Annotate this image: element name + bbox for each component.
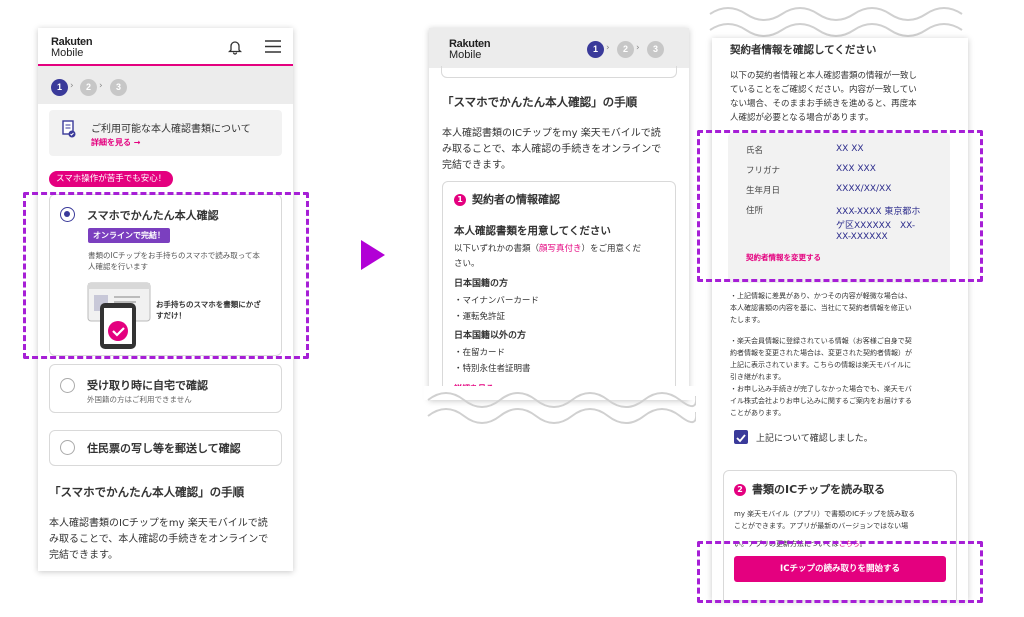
menu-icon[interactable] (265, 40, 281, 53)
requirement-line1: 以下いずれかの書類（顔写真付き）をご用意くだ (454, 242, 641, 254)
note2-line2: 約者情報を変更された場合は、変更された契約者情報）が (730, 349, 912, 357)
chevron-right-icon: › (606, 43, 610, 53)
chevron-right-icon: › (99, 81, 103, 91)
section-2-title: 2 書類のICチップを読み取る (734, 481, 885, 497)
right-phone-screen: 契約者情報を確認してください 以下の契約者情報と本人確認書類の情報が一致し てい… (712, 38, 968, 600)
note2-line3: 上記に表示されています。こちらの情報は楽天モバイルに (730, 361, 912, 369)
s2-desc-line2: ことができます。アプリが最新のバージョンではない場 (734, 522, 909, 530)
step-1: 1 (587, 41, 604, 58)
highlight-start-button (697, 541, 983, 603)
document-check-icon (62, 120, 76, 138)
section-number-badge: 1 (454, 194, 466, 206)
section-number-badge: 2 (734, 484, 746, 496)
note2-line1: ・楽天会員情報に登録されている情報（お客様ご自身で契 (730, 337, 912, 345)
step-2: 2 (80, 79, 97, 96)
jp-item-2: ・運転免許証 (454, 312, 506, 322)
chevron-right-icon: › (70, 81, 74, 91)
req-text-b: ）をご用意くだ (581, 244, 642, 254)
confirm-info-heading: 契約者情報を確認してください (730, 44, 877, 56)
note2-line7: ことがあります。 (730, 409, 786, 417)
note1-line1: ・上記情報に差異があり、かつその内容が軽微な場合は、 (730, 292, 912, 300)
note1-line2: 本人確認書類の内容を基に、当社にて契約者情報を修正い (730, 304, 912, 312)
procedure-para-line2: み取ることで、本人確認の手続きをオンラインで (442, 144, 662, 155)
doc-info-link[interactable]: 詳細を見る → (91, 137, 141, 148)
confirm-checkbox-label[interactable]: 上記について確認しました。 (756, 431, 873, 444)
rakuten-mobile-logo: Rakuten Mobile (449, 38, 491, 61)
procedure-para-line3: 完結できます。 (442, 160, 511, 171)
step-3: 3 (110, 79, 127, 96)
highlight-option1 (23, 192, 309, 359)
non-japanese-title: 日本国籍以外の方 (454, 331, 527, 341)
bell-icon[interactable] (228, 39, 242, 55)
torn-edge-wave (709, 7, 963, 37)
step-indicator-bar (38, 66, 293, 104)
doc-info-text: ご利用可能な本人確認書類について (91, 124, 251, 135)
middle-phone-screen: Rakuten Mobile 1 › 2 › 3 「スマホでかんたん本人確認」の… (429, 28, 689, 400)
highlight-contractor-info (697, 130, 983, 282)
section-1-title-text: 契約者の情報確認 (472, 193, 560, 206)
intro-line3: ない場合、そのままお手続きを進めると、再度本 (730, 99, 917, 109)
intro-line1: 以下の契約者情報と本人確認書類の情報が一致し (730, 71, 918, 81)
option3-title: 住民票の写し等を郵送して確認 (87, 442, 241, 455)
procedure-para-line3: 完結できます。 (49, 550, 118, 561)
intro-line4: 人確認が必要となる場合があります。 (730, 113, 874, 123)
procedure-heading: 「スマホでかんたん本人確認」の手順 (442, 95, 638, 109)
section-1-title: 1 契約者の情報確認 (454, 191, 560, 207)
jp-item-1: ・マイナンバーカード (454, 296, 539, 306)
radio-unselected[interactable] (60, 378, 75, 393)
chevron-right-icon: › (636, 43, 640, 53)
intro-line2: ていることをご確認ください。内容が一致してい (730, 85, 917, 95)
s2-desc-line1: my 楽天モバイル（アプリ）で書類のICチップを読み取る (734, 510, 916, 518)
rakuten-mobile-logo: Rakuten Mobile (51, 36, 93, 59)
step-3: 3 (647, 41, 664, 58)
nonjp-item-2: ・特別永住者証明書 (454, 364, 531, 374)
reassurance-pill: スマホ操作が苦手でも安心！ (49, 171, 174, 187)
step-1: 1 (51, 79, 68, 96)
check-icon (736, 434, 746, 443)
confirm-checkbox[interactable] (734, 430, 748, 444)
nonjp-item-1: ・在留カード (454, 348, 506, 358)
note1-line3: たします。 (730, 316, 765, 324)
requirement-line2: さい。 (454, 259, 480, 269)
flow-arrow-icon (361, 240, 385, 270)
procedure-para-line1: 本人確認書類のICチップをmy 楽天モバイルで読 (49, 518, 268, 529)
req-text-a: 以下いずれかの書類（ (454, 244, 540, 254)
collapsed-card-edge (441, 66, 677, 78)
option2-sub: 外国籍の方はご利用できません (87, 395, 192, 404)
prepare-docs-heading: 本人確認書類を用意してください (454, 225, 611, 237)
procedure-heading: 「スマホでかんたん本人確認」の手順 (49, 485, 245, 499)
procedure-para-line2: み取ることで、本人確認の手続きをオンラインで (49, 534, 269, 545)
note2-line6: イル株式会社よりお申し込みに関するご案内をお届けする (730, 397, 912, 405)
torn-edge-wave (424, 386, 696, 424)
option2-title: 受け取り時に自宅で確認 (87, 379, 208, 392)
photo-required-highlight: 顔写真付き (539, 244, 582, 254)
radio-unselected[interactable] (60, 440, 75, 455)
procedure-para-line1: 本人確認書類のICチップをmy 楽天モバイルで読 (442, 128, 661, 139)
step-2: 2 (617, 41, 634, 58)
section-2-title-text: 書類のICチップを読み取る (752, 483, 886, 496)
note2-line5: ・お申し込み手続きが完了しなかった場合でも、楽天モバ (730, 385, 912, 393)
note2-line4: 引き継がれます。 (730, 373, 786, 381)
japanese-national-title: 日本国籍の方 (454, 279, 509, 289)
